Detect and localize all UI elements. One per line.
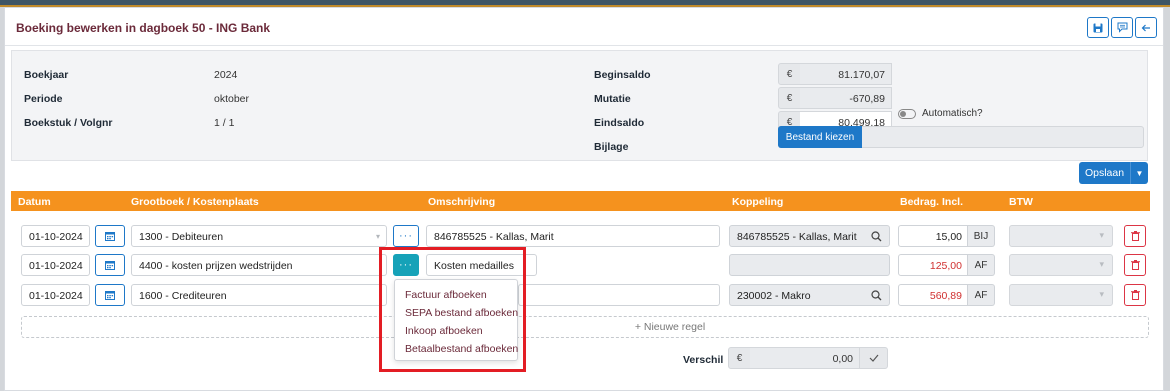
column-header-btw: BTW bbox=[1009, 196, 1033, 208]
table-header: Datum Grootboek / Kostenplaats Omschrijv… bbox=[11, 191, 1150, 211]
calendar-icon bbox=[105, 261, 115, 270]
save-button-group: Opslaan ▼ bbox=[1079, 162, 1148, 184]
periode-value: oktober bbox=[214, 93, 250, 105]
boekjaar-value: 2024 bbox=[214, 69, 238, 81]
search-button[interactable] bbox=[864, 284, 888, 306]
grootboek-select[interactable]: 4400 - kosten prijzen wedstrijden bbox=[131, 254, 387, 276]
calendar-icon bbox=[105, 232, 115, 241]
column-header-datum: Datum bbox=[18, 196, 51, 208]
save-dropdown-toggle[interactable]: ▼ bbox=[1130, 162, 1148, 184]
trash-icon bbox=[1130, 231, 1140, 241]
trash-icon bbox=[1130, 260, 1140, 270]
arrow-left-icon bbox=[1141, 24, 1150, 31]
chevron-down-icon: ▾ bbox=[376, 232, 381, 241]
verschil-field: 0,00 bbox=[750, 347, 860, 369]
delete-row-button[interactable] bbox=[1124, 284, 1146, 306]
omschrijving-input[interactable]: 846785525 - Kallas, Marit bbox=[426, 225, 720, 247]
btw-select[interactable] bbox=[1009, 254, 1113, 276]
beginsaldo-currency: € bbox=[778, 63, 801, 85]
calendar-button[interactable] bbox=[95, 284, 125, 306]
automatisch-toggle[interactable] bbox=[898, 109, 916, 119]
comment-button[interactable] bbox=[1111, 17, 1133, 38]
page-title: Boeking bewerken in dagboek 50 - ING Ban… bbox=[16, 21, 271, 35]
delete-row-button[interactable] bbox=[1124, 225, 1146, 247]
search-icon bbox=[870, 230, 881, 241]
calendar-button[interactable] bbox=[95, 225, 125, 247]
beginsaldo-field: 81.170,07 bbox=[800, 63, 892, 85]
add-row-button[interactable]: + Nieuwe regel bbox=[21, 316, 1149, 338]
mutatie-field: -670,89 bbox=[800, 87, 892, 109]
caret-down-icon: ▼ bbox=[1135, 168, 1144, 178]
mutatie-currency: € bbox=[778, 87, 801, 109]
calendar-icon bbox=[105, 291, 115, 300]
omschrijving-input[interactable] bbox=[518, 284, 720, 306]
search-icon bbox=[870, 289, 881, 300]
eindsaldo-label: Eindsaldo bbox=[594, 117, 645, 129]
datum-input[interactable]: 01-10-2024 bbox=[21, 225, 90, 247]
calendar-button[interactable] bbox=[95, 254, 125, 276]
btw-select[interactable] bbox=[1009, 225, 1113, 247]
bijlage-label: Bijlage bbox=[594, 141, 629, 153]
trash-icon bbox=[1130, 290, 1140, 300]
more-options-button[interactable]: ··· bbox=[393, 225, 419, 247]
btw-select[interactable] bbox=[1009, 284, 1113, 306]
automatisch-label: Automatisch? bbox=[922, 108, 983, 119]
comment-icon bbox=[1117, 22, 1127, 33]
bedrag-input[interactable]: 125,00 bbox=[898, 254, 968, 276]
boekjaar-label: Boekjaar bbox=[24, 69, 69, 81]
bedrag-input[interactable]: 560,89 bbox=[898, 284, 968, 306]
bij-af-indicator[interactable]: AF bbox=[968, 284, 995, 306]
ellipsis-icon: ··· bbox=[399, 230, 413, 242]
column-header-grootboek: Grootboek / Kostenplaats bbox=[131, 196, 259, 208]
column-header-koppeling: Koppeling bbox=[732, 196, 784, 208]
back-button[interactable] bbox=[1135, 17, 1157, 38]
boekstuk-value: 1 / 1 bbox=[214, 117, 235, 129]
verschil-currency: € bbox=[728, 347, 751, 369]
grootboek-select[interactable]: 1600 - Crediteuren bbox=[131, 284, 387, 306]
bij-af-indicator[interactable]: AF bbox=[968, 254, 995, 276]
datum-input[interactable]: 01-10-2024 bbox=[21, 284, 90, 306]
highlight-frame bbox=[379, 247, 526, 372]
boekstuk-label: Boekstuk / Volgnr bbox=[24, 117, 113, 129]
card-header: Boeking bewerken in dagboek 50 - ING Ban… bbox=[5, 8, 1163, 46]
search-button[interactable] bbox=[864, 225, 888, 247]
verschil-label: Verschil bbox=[683, 354, 724, 366]
add-row-label: + Nieuwe regel bbox=[634, 321, 706, 333]
bedrag-input[interactable]: 15,00 bbox=[898, 225, 968, 247]
bij-af-indicator[interactable]: BIJ bbox=[968, 225, 995, 247]
beginsaldo-label: Beginsaldo bbox=[594, 69, 651, 81]
datum-input[interactable]: 01-10-2024 bbox=[21, 254, 90, 276]
floppy-icon bbox=[1093, 23, 1103, 32]
delete-row-button[interactable] bbox=[1124, 254, 1146, 276]
bestand-kiezen-button[interactable]: Bestand kiezen bbox=[778, 126, 862, 148]
column-header-omschrijving: Omschrijving bbox=[428, 196, 496, 208]
save-icon-button[interactable] bbox=[1087, 17, 1109, 38]
grootboek-select[interactable]: 1300 - Debiteuren bbox=[131, 225, 387, 247]
verschil-check bbox=[859, 347, 888, 369]
check-icon bbox=[869, 354, 878, 362]
periode-label: Periode bbox=[24, 93, 63, 105]
mutatie-label: Mutatie bbox=[594, 93, 631, 105]
column-header-bedrag: Bedrag. Incl. bbox=[900, 196, 964, 208]
koppeling-field bbox=[729, 254, 890, 276]
save-button[interactable]: Opslaan bbox=[1079, 162, 1130, 184]
